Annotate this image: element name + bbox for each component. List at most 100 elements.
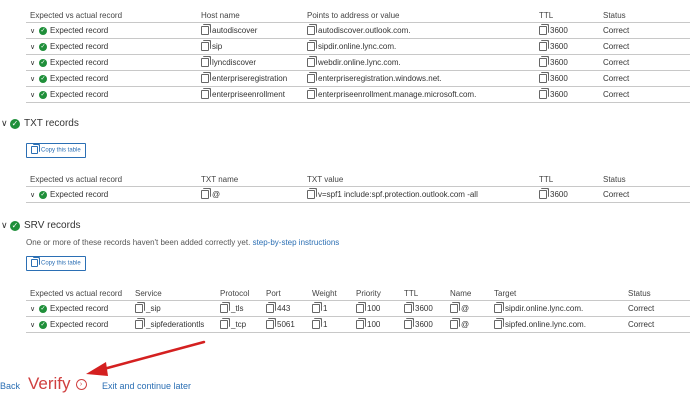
table-header-row: Expected vs actual record Host name Poin… [26,8,690,23]
copy-icon[interactable] [266,320,274,330]
verify-button[interactable]: Verify › [28,374,87,394]
copy-table-button[interactable]: Copy this table [26,143,86,158]
copy-icon[interactable] [135,304,143,314]
service: _sip [146,303,161,313]
host-name: sip [212,41,223,51]
points-to: webdir.online.lync.com. [318,57,401,67]
copy-icon[interactable] [266,304,274,314]
points-to: enterpriseregistration.windows.net. [318,73,442,83]
table-row[interactable]: ∨ ✓ Expected record enterpriseenrollment e… [26,86,690,103]
copy-icon[interactable] [307,42,315,52]
step-by-step-link[interactable]: step-by-step instructions [253,238,340,247]
txt-name: @ [212,189,221,199]
col-header: TXT value [307,174,344,184]
chevron-down-icon[interactable]: ∨ [30,191,39,199]
record-name: @ [461,319,470,329]
copy-icon[interactable] [539,42,547,52]
col-header: TTL [539,10,554,20]
col-header: Status [603,174,626,184]
copy-icon[interactable] [201,90,209,100]
copy-icon[interactable] [404,304,412,314]
copy-icon[interactable] [356,304,364,314]
copy-icon[interactable] [307,58,315,68]
table-row[interactable]: ∨ ✓ Expected record @ v=spf1 include:spf.p… [26,186,690,203]
copy-icon[interactable] [494,320,502,330]
table-row[interactable]: ∨ ✓ Expected record enterpriseregistration… [26,70,690,87]
srv-records-header[interactable]: ∨ ✓ SRV records [1,220,81,231]
chevron-down-icon[interactable]: ∨ [1,220,10,231]
copy-table-button[interactable]: Copy this table [26,256,86,271]
copy-icon[interactable] [201,58,209,68]
status: Correct [599,54,690,71]
copy-icon[interactable] [220,304,228,314]
copy-icon[interactable] [201,42,209,52]
copy-icon[interactable] [307,90,315,100]
expected-label: Expected record [50,90,109,99]
protocol: _tcp [231,319,247,329]
copy-icon[interactable] [539,26,547,36]
ttl: 3600 [550,189,568,199]
copy-icon[interactable] [494,304,502,314]
copy-icon[interactable] [201,190,209,200]
chevron-down-icon[interactable]: ∨ [30,43,39,51]
check-circle-icon: ✓ [39,74,47,83]
copy-icon[interactable] [307,26,315,36]
col-header: Expected vs actual record [30,174,123,184]
copy-icon[interactable] [135,320,143,330]
status: Correct [599,70,690,87]
txt-records-table: Expected vs actual record TXT name TXT v… [26,172,690,203]
srv-records-table: Expected vs actual record Service Protoc… [26,286,690,333]
copy-icon[interactable] [539,74,547,84]
copy-icon[interactable] [539,190,547,200]
copy-icon[interactable] [201,26,209,36]
copy-icon[interactable] [307,190,315,200]
host-name: lyncdiscover [212,57,257,67]
copy-icon[interactable] [356,320,364,330]
expected-label: Expected record [50,58,109,67]
copy-icon[interactable] [450,320,458,330]
cname-records-table: Expected vs actual record Host name Poin… [26,8,690,103]
copy-icon[interactable] [307,74,315,84]
copy-icon[interactable] [539,58,547,68]
chevron-down-icon[interactable]: ∨ [30,305,39,313]
verify-label: Verify [28,374,71,393]
table-row[interactable]: ∨ ✓ Expected record _sip _tls 443 1 100 36… [26,300,690,317]
copy-icon[interactable] [220,320,228,330]
service: _sipfederationtls [146,319,205,329]
chevron-down-icon[interactable]: ∨ [1,118,10,129]
copy-icon[interactable] [201,74,209,84]
exit-continue-later-link[interactable]: Exit and continue later [102,381,191,391]
txt-records-header[interactable]: ∨ ✓ TXT records [1,118,79,129]
copy-icon[interactable] [450,304,458,314]
points-to: autodiscover.outlook.com. [318,25,411,35]
expected-label: Expected record [50,304,109,313]
check-circle-icon: ✓ [39,320,47,329]
expected-label: Expected record [50,26,109,35]
copy-icon[interactable] [312,320,320,330]
table-row[interactable]: ∨ ✓ Expected record autodiscover autodisco… [26,22,690,39]
table-row[interactable]: ∨ ✓ Expected record _sipfederationtls _tcp… [26,316,690,333]
table-row[interactable]: ∨ ✓ Expected record lyncdiscover webdir.on… [26,54,690,71]
copy-icon[interactable] [404,320,412,330]
chevron-right-circle-icon: › [75,378,87,390]
target: sipdir.online.lync.com. [505,303,584,313]
col-header: Expected vs actual record [30,10,123,20]
col-header: Protocol [220,288,250,298]
chevron-down-icon[interactable]: ∨ [30,27,39,35]
copy-icon[interactable] [312,304,320,314]
chevron-down-icon[interactable]: ∨ [30,91,39,99]
col-header: TTL [404,288,419,298]
chevron-down-icon[interactable]: ∨ [30,75,39,83]
copy-icon [31,146,38,154]
copy-icon[interactable] [539,90,547,100]
expected-label: Expected record [50,320,109,329]
copy-icon [31,259,38,267]
expected-label: Expected record [50,190,109,199]
table-row[interactable]: ∨ ✓ Expected record sip sipdir.online.lync… [26,38,690,55]
chevron-down-icon[interactable]: ∨ [30,321,39,329]
red-arrow-annotation [86,340,206,376]
check-circle-icon: ✓ [39,90,47,99]
back-link[interactable]: Back [0,381,20,391]
chevron-down-icon[interactable]: ∨ [30,59,39,67]
col-header: Target [494,288,517,298]
